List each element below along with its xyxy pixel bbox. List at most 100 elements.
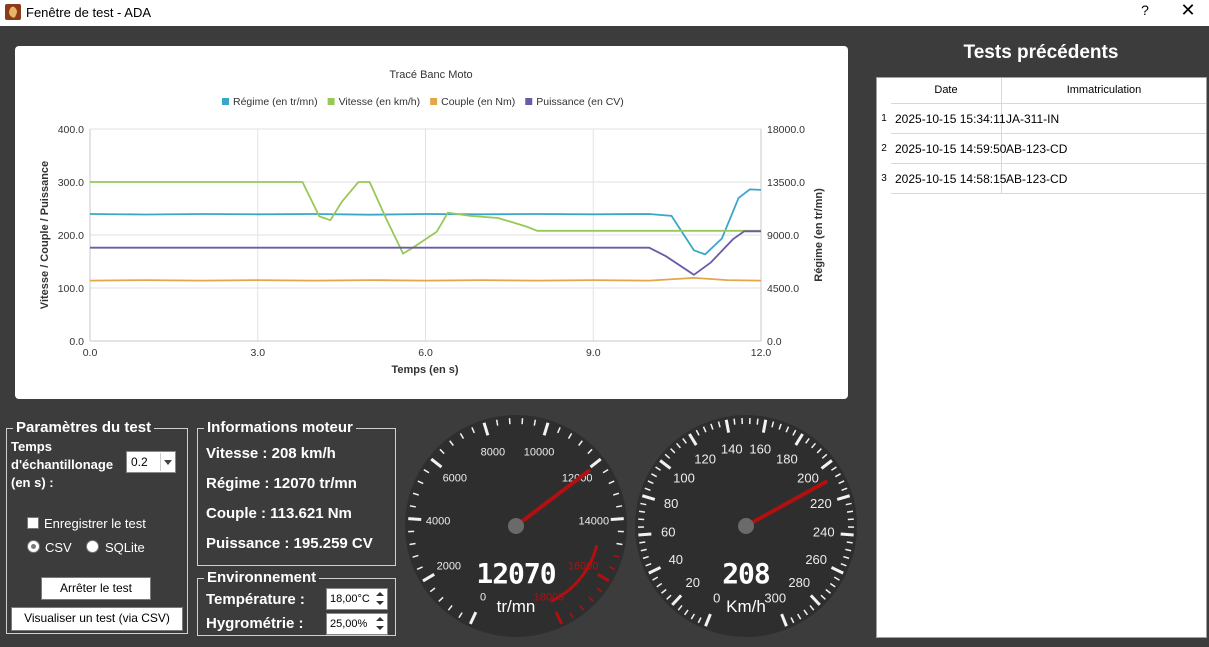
legend-swatch <box>430 98 438 105</box>
gauge-tick <box>639 541 646 544</box>
stop-test-button[interactable]: Arrêter le test <box>41 577 151 600</box>
gauge-label: 10000 <box>524 446 555 458</box>
save-test-checkbox[interactable] <box>27 517 39 529</box>
speed-gauge: 0 2040 60 80 100 120 140 160 180 200 220 240 260 2803… <box>635 415 857 637</box>
csv-radio[interactable] <box>27 540 40 553</box>
sampling-value: 0.2 <box>131 455 148 469</box>
table-row[interactable]: 3 2025-10-15 14:58:15 AB-123-CD <box>877 164 1206 194</box>
sampling-label-line3: (en s) : <box>11 475 54 490</box>
column-header-immatriculation[interactable]: Immatriculation <box>1002 78 1206 104</box>
gauge-tick <box>616 542 623 546</box>
gauge-label: 240 <box>813 525 835 540</box>
legend-label: Couple (en Nm) <box>441 96 515 108</box>
gauge-label: 6000 <box>443 473 467 485</box>
gauge-hub <box>738 518 754 534</box>
legend-swatch <box>327 98 335 105</box>
row-number: 1 <box>881 113 887 124</box>
gauge-label: 280 <box>788 575 810 590</box>
spin-down-icon[interactable] <box>374 599 386 608</box>
chart-panel: Tracé Banc Moto Régime (en tr/mn) Vitesse … <box>15 46 848 399</box>
sqlite-label[interactable]: SQLite <box>105 540 145 555</box>
y-left-tick-label: 200.0 <box>58 230 84 242</box>
date-cell[interactable]: 2025-10-15 14:59:50 <box>891 134 1006 164</box>
table-row[interactable]: 1 2025-10-15 15:34:11 JA-311-IN <box>877 104 1206 134</box>
y-right-tick-label: 0.0 <box>767 336 782 348</box>
help-button[interactable]: ? <box>1136 2 1154 22</box>
y-left-tick-label: 400.0 <box>58 124 84 136</box>
app-icon <box>5 4 21 20</box>
gauge-hub <box>508 518 524 534</box>
immatriculation-cell[interactable]: AB-123-CD <box>1002 164 1206 194</box>
spin-up-icon[interactable] <box>374 615 386 624</box>
gauge-label: 4000 <box>426 516 450 528</box>
gauge-digital-readout: 208 <box>722 557 770 590</box>
gauge-label: 120 <box>694 452 716 467</box>
close-button[interactable]: ✕ <box>1174 0 1202 24</box>
gauge-label: 180 <box>776 452 798 467</box>
title-bar: Fenêtre de test - ADA ? ✕ <box>0 0 1209 26</box>
legend-label: Vitesse (en km/h) <box>339 96 421 108</box>
rpm-info: Régime : 12070 tr/mn <box>206 475 357 492</box>
temperature-label: Température : <box>206 591 305 608</box>
y-left-tick-label: 300.0 <box>58 177 84 189</box>
row-number: 2 <box>881 143 887 154</box>
window-title: Fenêtre de test - ADA <box>26 5 152 20</box>
gauge-tick <box>533 419 537 426</box>
immatriculation-cell[interactable]: AB-123-CD <box>1002 134 1206 164</box>
save-test-label[interactable]: Enregistrer le test <box>44 516 146 531</box>
line-chart: Tracé Banc Moto Régime (en tr/mn) Vitesse … <box>39 69 825 376</box>
y-right-axis-label: Régime (en tr/mn) <box>813 188 825 282</box>
table-row[interactable]: 2 2025-10-15 14:59:50 AB-123-CD <box>877 134 1206 164</box>
gauge-label: 260 <box>805 552 827 567</box>
engine-info-title: Informations moteur <box>204 419 356 436</box>
x-tick-label: 3.0 <box>250 347 265 359</box>
params-title: Paramètres du test <box>13 419 155 436</box>
gauge-digital-readout: 12070 <box>476 557 555 590</box>
gauge-unit: Km/h <box>726 597 766 616</box>
date-cell[interactable]: 2025-10-15 15:34:11 <box>891 104 1006 134</box>
gauge-tick <box>495 419 499 426</box>
gauge-tick <box>846 510 854 513</box>
y-left-tick-label: 0.0 <box>69 336 84 348</box>
speed-info: Vitesse : 208 km/h <box>206 445 336 462</box>
temperature-value: 18,00°C <box>330 593 370 605</box>
gauge-tick <box>610 517 624 522</box>
gauge-tick <box>408 517 422 522</box>
gauge-label: 80 <box>664 496 678 511</box>
x-tick-label: 9.0 <box>586 347 601 359</box>
gauge-label: 2000 <box>437 561 461 573</box>
gauge-label: 40 <box>669 552 683 567</box>
gauge-tick <box>638 510 646 513</box>
spin-down-icon[interactable] <box>374 624 386 633</box>
gauge-label: 16000 <box>568 561 599 573</box>
csv-label[interactable]: CSV <box>45 540 72 555</box>
spin-up-icon[interactable] <box>374 590 386 599</box>
gauge-tick <box>409 542 416 546</box>
hygrometry-spinbox[interactable]: 25,00% <box>326 613 388 635</box>
y-left-tick-label: 100.0 <box>58 283 84 295</box>
y-right-tick-label: 4500.0 <box>767 283 799 295</box>
column-header-date[interactable]: Date <box>891 78 1002 104</box>
gauge-label: 200 <box>797 471 819 486</box>
gauge-tick <box>756 418 759 425</box>
gauge-label: 8000 <box>481 446 505 458</box>
temperature-spinbox[interactable]: 18,00°C <box>326 588 388 610</box>
chevron-down-icon[interactable] <box>160 453 174 471</box>
sampling-select[interactable]: 0.2 <box>126 451 176 473</box>
gauge-label: 300 <box>764 590 786 605</box>
y-right-tick-label: 13500.0 <box>767 177 805 189</box>
date-cell[interactable]: 2025-10-15 14:58:15 <box>891 164 1006 194</box>
gauge-label: 160 <box>749 441 771 456</box>
torque-info: Couple : 113.621 Nm <box>206 505 352 522</box>
gauge-tick <box>638 532 652 537</box>
gauge-label: 20 <box>686 575 700 590</box>
view-test-button[interactable]: Visualiser un test (via CSV) <box>11 607 183 631</box>
gauge-tick <box>846 541 853 544</box>
hygrometry-value: 25,00% <box>330 618 368 630</box>
sampling-label-line1: Temps <box>11 439 52 454</box>
immatriculation-cell[interactable]: JA-311-IN <box>1002 104 1206 134</box>
hygrometry-label: Hygrométrie : <box>206 615 304 632</box>
gauge-label: 220 <box>810 496 832 511</box>
y-right-tick-label: 9000.0 <box>767 230 799 242</box>
sqlite-radio[interactable] <box>86 540 99 553</box>
